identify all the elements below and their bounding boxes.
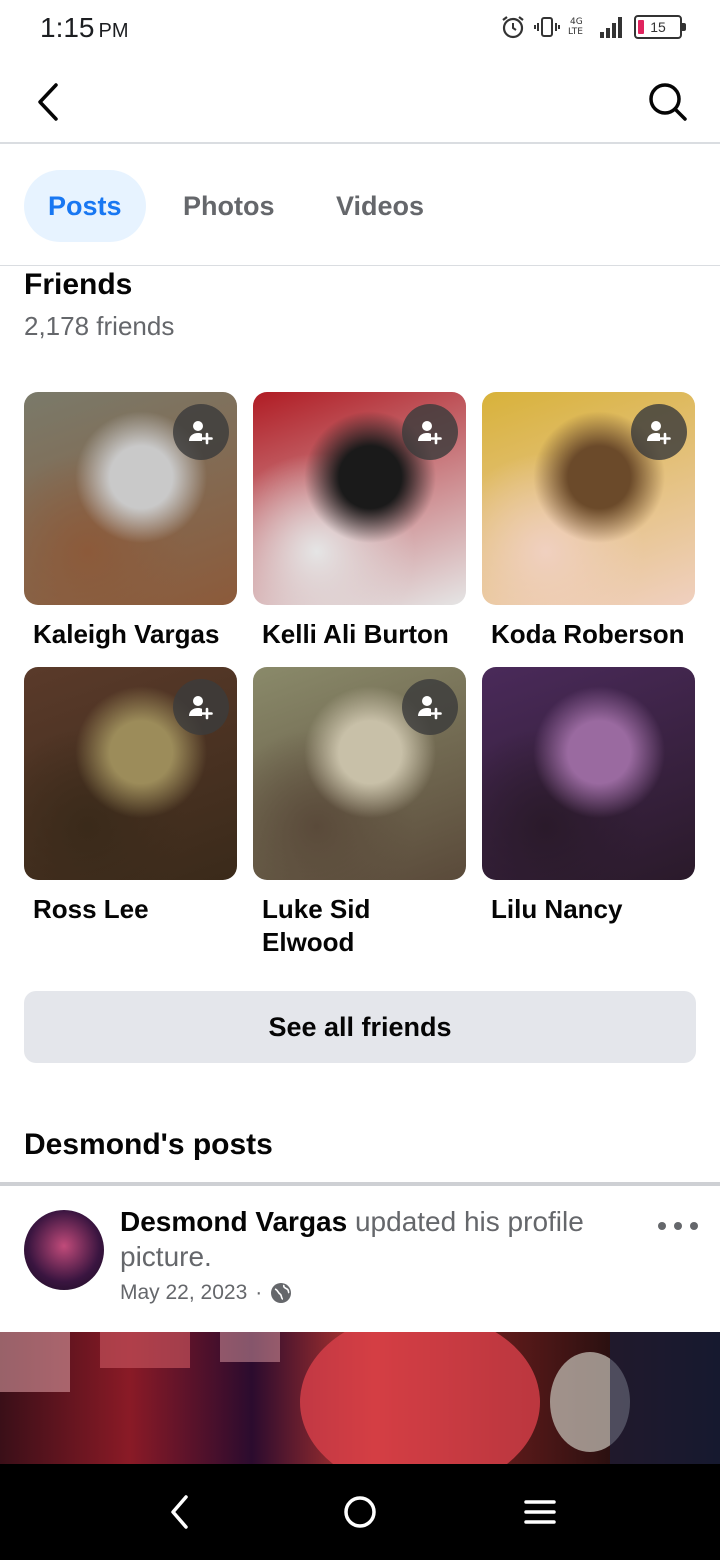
status-time-ampm: PM — [98, 20, 129, 42]
post-image-art — [0, 1332, 720, 1464]
add-friend-button[interactable] — [402, 404, 458, 460]
post-meta: May 22, 2023 · — [120, 1281, 292, 1305]
svg-text:LTE: LTE — [568, 27, 583, 37]
menu-icon — [524, 1500, 556, 1524]
friend-photo[interactable] — [482, 392, 695, 605]
see-all-friends-button[interactable]: See all friends — [24, 991, 696, 1063]
signal-icon — [600, 17, 622, 38]
add-friend-button[interactable] — [173, 679, 229, 735]
back-icon — [171, 1495, 188, 1529]
home-icon — [344, 1496, 376, 1528]
friends-count: 2,178 friends — [24, 311, 175, 341]
friend-name[interactable]: Kaleigh Vargas — [24, 618, 237, 651]
status-bar: 1:15 PM 4G LTE 15 — [0, 0, 720, 60]
add-friend-button[interactable] — [631, 404, 687, 460]
post-author-avatar[interactable] — [24, 1210, 104, 1290]
friend-photo[interactable] — [253, 667, 466, 880]
top-nav — [0, 60, 720, 144]
post-date[interactable]: May 22, 2023 — [120, 1281, 247, 1305]
divider — [0, 1182, 720, 1186]
dot-icon — [690, 1222, 698, 1230]
friend-card[interactable]: Lilu Nancy — [482, 667, 695, 926]
friend-name[interactable]: Ross Lee — [24, 893, 237, 926]
friend-name[interactable]: Luke Sid Elwood — [253, 893, 466, 959]
tab-posts[interactable]: Posts — [24, 170, 146, 242]
vibrate-icon — [534, 17, 560, 37]
friend-name[interactable]: Lilu Nancy — [482, 893, 695, 926]
friend-card[interactable]: Kaleigh Vargas — [24, 392, 237, 651]
chevron-left-icon — [38, 83, 58, 121]
tab-photos[interactable]: Photos — [159, 170, 299, 242]
dot-icon — [658, 1222, 666, 1230]
alarm-icon — [502, 16, 524, 39]
post-author-name[interactable]: Desmond Vargas — [120, 1206, 347, 1237]
posts-section-title: Desmond's posts — [24, 1128, 273, 1161]
post-image[interactable] — [0, 1332, 720, 1464]
friend-photo[interactable] — [24, 667, 237, 880]
system-menu-button[interactable] — [516, 1488, 564, 1536]
globe-icon — [271, 1283, 292, 1303]
back-button[interactable] — [28, 78, 68, 126]
status-time: 1:15 PM — [40, 12, 129, 44]
friend-photo[interactable] — [482, 667, 695, 880]
tab-videos[interactable]: Videos — [312, 170, 448, 242]
friend-name[interactable]: Koda Roberson — [482, 618, 695, 651]
friends-title: Friends — [24, 268, 133, 301]
profile-tabs: Posts Photos Videos — [0, 146, 720, 266]
friend-card[interactable]: Koda Roberson — [482, 392, 695, 651]
dot-icon — [674, 1222, 682, 1230]
status-time-value: 1:15 — [40, 12, 95, 43]
system-back-button[interactable] — [156, 1488, 204, 1536]
status-icons: 4G LTE 15 — [500, 14, 686, 40]
lte-icon: 4GLTE — [568, 17, 583, 37]
search-button[interactable] — [646, 78, 690, 126]
friend-card[interactable]: Kelli Ali Burton — [253, 392, 466, 651]
system-navigation-bar — [0, 1464, 720, 1560]
system-home-button[interactable] — [336, 1488, 384, 1536]
friend-photo[interactable] — [253, 392, 466, 605]
battery-level: 15 — [650, 19, 666, 35]
add-friend-button[interactable] — [402, 679, 458, 735]
friend-photo[interactable] — [24, 392, 237, 605]
friend-card[interactable]: Luke Sid Elwood — [253, 667, 466, 959]
add-friend-icon — [189, 696, 213, 720]
add-friend-icon — [418, 696, 442, 720]
battery-icon: 15 — [634, 15, 686, 39]
svg-text:4G: 4G — [570, 17, 583, 27]
friend-name[interactable]: Kelli Ali Burton — [253, 618, 466, 651]
post-header: Desmond Vargas updated his profile pictu… — [120, 1204, 620, 1274]
add-friend-icon — [418, 421, 442, 445]
add-friend-button[interactable] — [173, 404, 229, 460]
search-icon — [649, 83, 687, 121]
post-more-options-button[interactable] — [658, 1214, 698, 1238]
friend-card[interactable]: Ross Lee — [24, 667, 237, 926]
add-friend-icon — [189, 421, 213, 445]
add-friend-icon — [647, 421, 671, 445]
meta-separator: · — [255, 1281, 263, 1304]
